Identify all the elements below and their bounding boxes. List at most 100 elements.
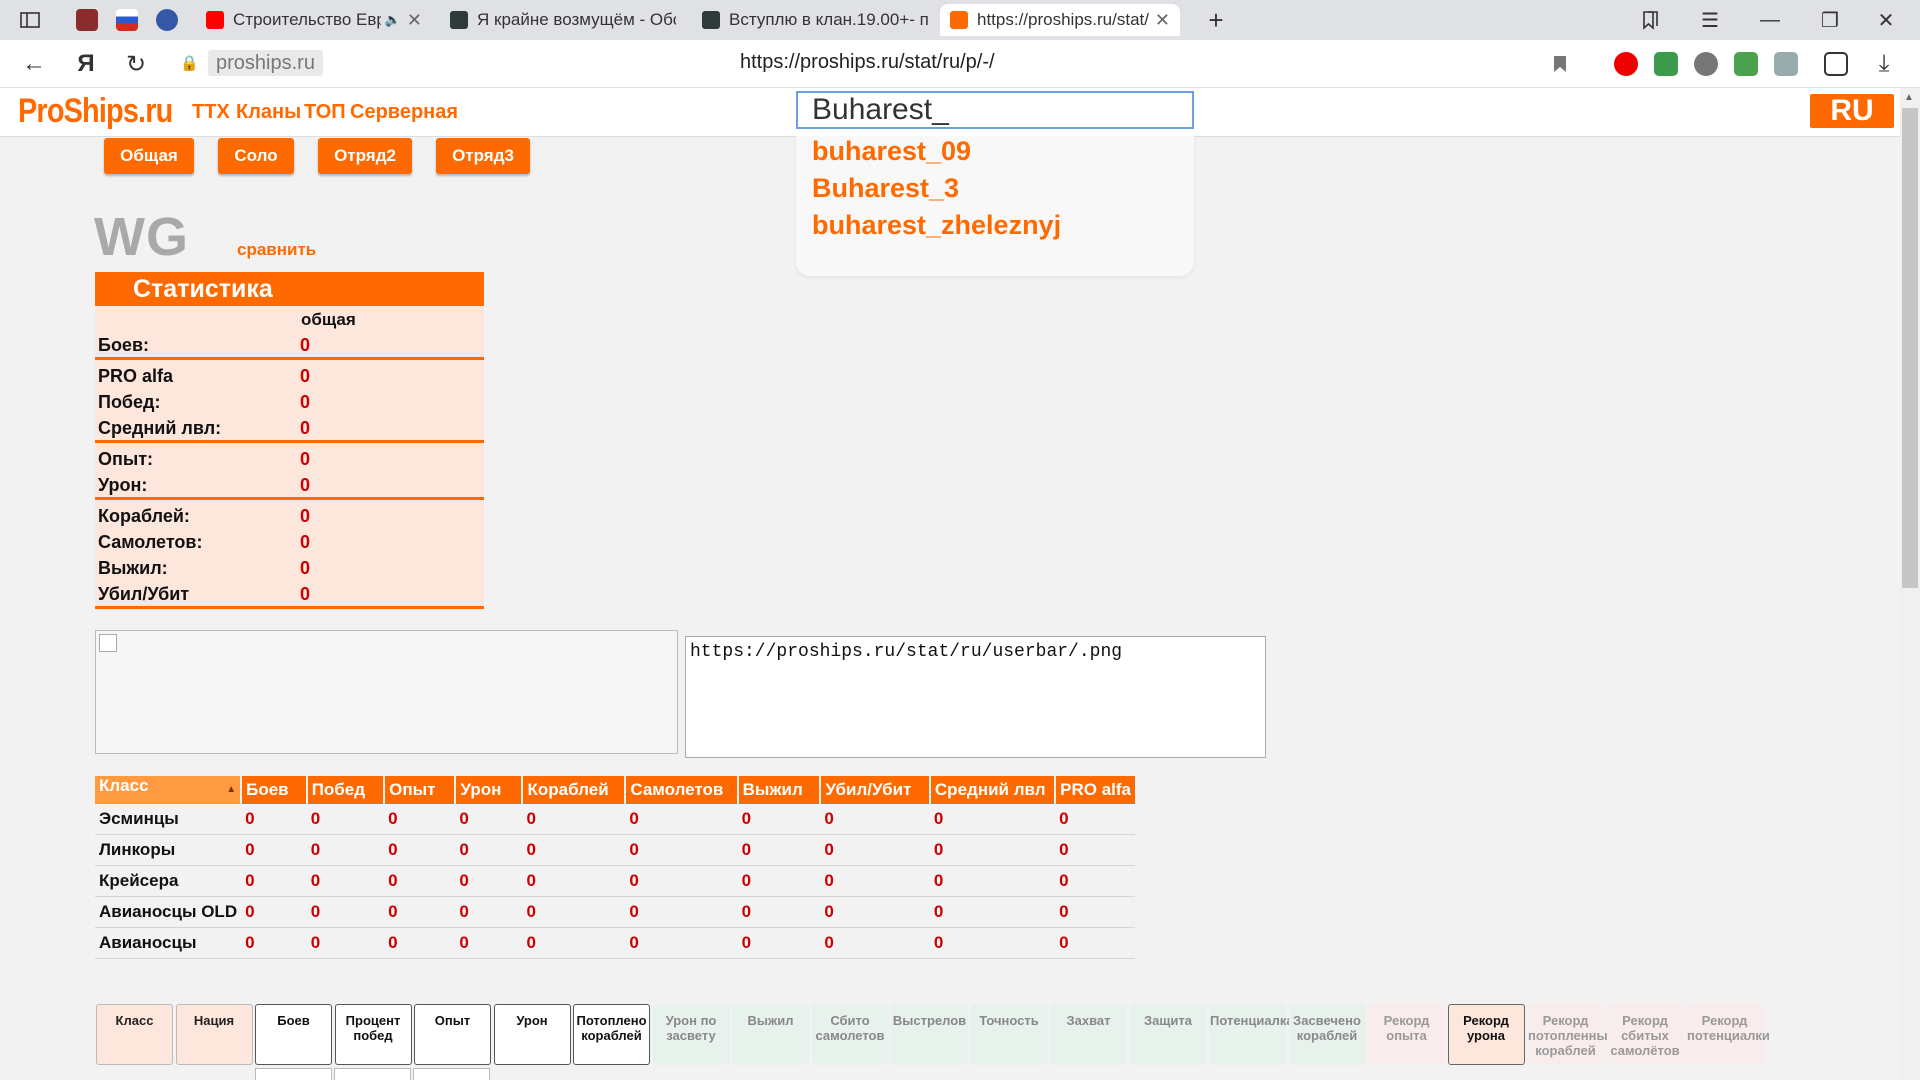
filter-toggle[interactable]: Защита: [1129, 1004, 1207, 1065]
filter-toggle[interactable]: Захват: [1050, 1004, 1127, 1065]
player-name: WG: [94, 207, 189, 267]
filter-toggle[interactable]: Рекорд опыта: [1368, 1004, 1445, 1065]
russia-flag-icon[interactable]: [116, 9, 138, 31]
bookmark-icon[interactable]: [1544, 48, 1576, 80]
stat-value: 0: [300, 366, 311, 386]
userbar-url-field[interactable]: [685, 636, 1266, 758]
yandex-icon[interactable]: Я: [70, 48, 102, 80]
value-cell: 0: [241, 804, 307, 835]
language-button[interactable]: RU: [1810, 94, 1894, 128]
proships-icon: [950, 11, 968, 29]
column-header[interactable]: Самолетов: [625, 776, 739, 804]
download-extension-icon[interactable]: [1734, 52, 1758, 76]
minimize-icon[interactable]: —: [1750, 6, 1790, 34]
shield-extension-icon[interactable]: [1654, 52, 1678, 76]
address-url[interactable]: https://proships.ru/stat/ru/p/-/: [740, 51, 995, 74]
adblock-extension-icon[interactable]: [1614, 52, 1638, 76]
filter-toggle[interactable]: Потоплено кораблей: [573, 1004, 650, 1065]
sidebar-toggle-icon[interactable]: [10, 6, 50, 34]
column-header[interactable]: Побед: [306, 776, 386, 804]
tab-youtube[interactable]: Строительство Евро 🔈 ✕: [196, 4, 432, 36]
nav-link-server[interactable]: Серверная: [350, 101, 458, 124]
filter-toggle[interactable]: Выжил: [732, 1004, 809, 1065]
filter-toggle[interactable]: Опыт: [414, 1004, 491, 1065]
tab-forum-2[interactable]: Вступлю в клан.19.00+- по: [692, 4, 938, 36]
site-logo[interactable]: ProShips.ru: [18, 92, 173, 131]
value-cell: 0: [455, 865, 523, 897]
new-tab-button[interactable]: +: [1196, 5, 1236, 35]
filter-toggle[interactable]: Сбито самолетов: [811, 1004, 889, 1065]
class-name-cell: Линкоры: [95, 834, 242, 866]
stat-value: 0: [300, 449, 311, 469]
lightbulb-extension-icon[interactable]: [1694, 52, 1718, 76]
mode-button-squad3[interactable]: Отряд3: [436, 138, 530, 174]
mode-button-solo[interactable]: Соло: [218, 138, 294, 174]
close-icon[interactable]: ✕: [407, 10, 422, 31]
column-header[interactable]: Средний лвл: [929, 776, 1057, 804]
column-header[interactable]: Урон: [455, 776, 524, 804]
filter-toggle[interactable]: Урон по засвету: [652, 1004, 730, 1065]
filter-toggle[interactable]: Рекорд потопленных кораблей: [1527, 1004, 1615, 1065]
compare-link[interactable]: сравнить: [237, 240, 316, 260]
tab-forum-1[interactable]: Я крайне возмущём - Обс: [440, 4, 686, 36]
wows-icon: [450, 11, 468, 29]
filter-toggle[interactable]: Нация: [175, 1004, 253, 1065]
column-header[interactable]: Опыт: [384, 776, 457, 804]
filter-toggle[interactable]: Рекорд потенциалки: [1686, 1004, 1770, 1065]
mode-button-general[interactable]: Общая: [104, 138, 194, 174]
tab-proships[interactable]: https://proships.ru/stat/r ✕: [940, 4, 1180, 36]
bookmarks-icon[interactable]: [1630, 6, 1670, 34]
table-row: Линкоры 0 0 0 0 0 0 0 0 0 0: [95, 834, 1135, 866]
translate-extension-icon[interactable]: [1824, 52, 1848, 76]
filter-toggle[interactable]: Процент побед: [334, 1004, 412, 1065]
screenshot-extension-icon[interactable]: [1774, 52, 1798, 76]
downloads-icon[interactable]: ⤓: [1868, 48, 1900, 80]
lock-icon[interactable]: 🔒: [180, 54, 199, 74]
menu-icon[interactable]: ☰: [1690, 6, 1730, 34]
stat-label: PRO alfa: [98, 366, 174, 386]
suggestion-item[interactable]: buharest_09: [812, 136, 971, 167]
column-header[interactable]: Боев: [241, 776, 308, 804]
column-header[interactable]: Кораблей: [522, 776, 627, 804]
address-host[interactable]: proships.ru: [208, 50, 323, 76]
column-header-class[interactable]: Класс ▲: [95, 776, 243, 804]
filter-toggle[interactable]: Рекорд сбитых самолётов: [1606, 1004, 1684, 1065]
close-window-icon[interactable]: ✕: [1866, 6, 1906, 34]
filter-toggle[interactable]: Выстрелов: [891, 1004, 968, 1065]
close-icon[interactable]: ✕: [1155, 10, 1170, 31]
nav-link-clans[interactable]: Кланы: [236, 101, 301, 124]
stat-divider: [95, 357, 484, 360]
pinned-tab-icon[interactable]: [76, 9, 98, 31]
pinned-tab-emblem-icon[interactable]: [156, 9, 178, 31]
back-arrow-icon[interactable]: ←: [18, 48, 50, 80]
toggle-stub: [413, 1068, 490, 1080]
filter-toggle[interactable]: Точность: [970, 1004, 1048, 1065]
column-header[interactable]: Убил/Убит: [820, 776, 931, 804]
filter-toggle[interactable]: Засвечено кораблей: [1288, 1004, 1366, 1065]
column-header[interactable]: PRO alfa: [1055, 776, 1135, 804]
reload-icon[interactable]: ↻: [120, 48, 152, 80]
stat-value: 0: [300, 558, 311, 578]
suggestion-item[interactable]: buharest_zheleznyj: [812, 210, 1061, 241]
stat-label: Средний лвл:: [98, 418, 222, 438]
column-header[interactable]: Выжил: [737, 776, 822, 804]
player-search-input[interactable]: Buharest_: [796, 91, 1194, 129]
filter-toggle[interactable]: Рекорд урона: [1447, 1004, 1525, 1065]
filter-toggle[interactable]: Урон: [493, 1004, 571, 1065]
mode-button-squad2[interactable]: Отряд2: [318, 138, 412, 174]
class-name-cell: Крейсера: [95, 865, 242, 897]
filter-toggle[interactable]: Боев: [255, 1004, 332, 1065]
value-cell: 0: [1055, 896, 1135, 928]
toggle-stub: [255, 1068, 332, 1080]
filter-toggle[interactable]: Класс: [96, 1004, 173, 1065]
restore-icon[interactable]: ❐: [1810, 6, 1850, 34]
wows-icon: [702, 11, 720, 29]
filter-toggle[interactable]: Потенциалка: [1209, 1004, 1294, 1065]
speaker-icon[interactable]: 🔈: [385, 12, 401, 28]
nav-link-top[interactable]: ТОП: [304, 101, 346, 124]
scroll-up-icon[interactable]: ▲: [1904, 92, 1916, 103]
scrollbar-thumb[interactable]: [1902, 108, 1918, 588]
tab-title: Строительство Евро: [233, 10, 381, 29]
nav-link-ttx[interactable]: ТТХ: [192, 101, 230, 124]
suggestion-item[interactable]: Buharest_3: [812, 173, 959, 204]
